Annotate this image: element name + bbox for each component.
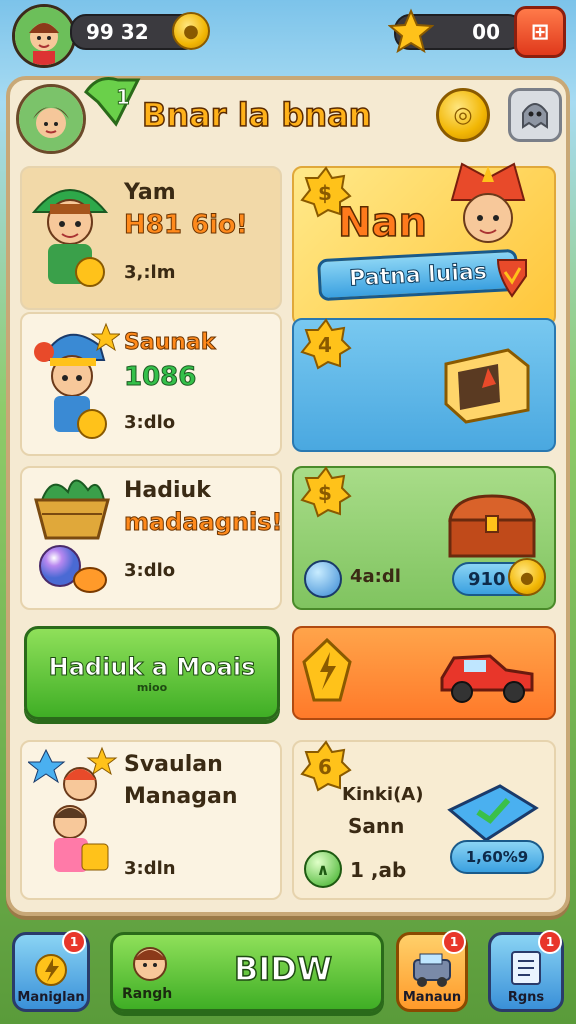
action-button-label: Hadiuk a Moais (48, 652, 256, 681)
task-1-subtitle: H81 6io! (124, 210, 249, 241)
coins-value: 99 32 (86, 20, 149, 44)
npc-face-icon (19, 87, 83, 151)
explorer-character-icon (34, 322, 120, 439)
toy-car-icon (440, 654, 534, 703)
basket-icon (34, 479, 110, 540)
nav-rgns-label: Rgns (507, 990, 545, 1005)
shop-card-green-label: 4a:dl (350, 566, 401, 587)
action-button-sub: mioo (136, 680, 168, 694)
task-2-title: Saunak (124, 330, 216, 356)
player-avatar[interactable] (12, 4, 76, 68)
blue-orb-icon (304, 560, 342, 598)
shield-badge-icon (496, 259, 527, 298)
coin-icon: ● (172, 12, 210, 50)
farmer-character-icon (31, 189, 109, 287)
svg-text:$: $ (318, 181, 332, 205)
svg-text:1: 1 (116, 85, 130, 109)
task-4-title: Svaulan (124, 752, 223, 777)
gold-coin-button[interactable]: ◎ (436, 88, 490, 142)
shop-card-beige-price-value: 1,60%9 (465, 848, 529, 866)
npc-avatar (16, 84, 86, 154)
vehicle-icon (413, 953, 451, 987)
green-orb-icon: ∧ (304, 850, 342, 888)
task-2-time: 3:dlo (124, 412, 176, 433)
ticket-icon (447, 784, 539, 842)
task-3-time: 3:dlo (124, 560, 176, 581)
task-3-subtitle: madaagnis! (124, 508, 283, 537)
menu-button[interactable]: ⊞ (514, 6, 566, 58)
svg-text:$: $ (318, 481, 332, 505)
task-2-subtitle: 1086 (123, 362, 197, 393)
crate-icon (444, 348, 530, 424)
hadiuk-action-button[interactable]: Hadiuk a Moais mioo (24, 626, 280, 720)
stars-value: 00 (472, 20, 500, 44)
ghost-icon (522, 103, 548, 129)
lightning-gem-icon (302, 638, 352, 702)
coin-icon: ● (508, 558, 546, 596)
page-title: Bnar la bnan (141, 95, 372, 135)
nav-character-icon (133, 947, 167, 981)
svg-text:4: 4 (318, 333, 332, 357)
shop-card-beige-sub: Sann (348, 814, 405, 838)
nav-manaun-label: Manaun (402, 990, 462, 1005)
star-icon (388, 8, 434, 54)
dollar-badge-icon: $ (300, 466, 352, 518)
shop-card-beige-label: Kinki(A) (342, 784, 424, 805)
promo-title: Nan (337, 199, 427, 247)
list-icon (511, 951, 541, 985)
task-1-title: Yam (124, 180, 176, 205)
nav-main-label: BIDW (233, 949, 333, 989)
svg-text:6: 6 (318, 755, 332, 779)
task-1-time: 3,:lm (124, 262, 176, 283)
settings-button[interactable] (508, 88, 562, 142)
player-face-icon (15, 7, 73, 65)
task-3-title: Hadiuk (124, 478, 211, 503)
task-4-subtitle: Managan (124, 784, 238, 809)
nav-maniglan-badge: 1 (62, 930, 86, 954)
family-characters-icon (28, 746, 118, 872)
nav-rgns-badge: 1 (538, 930, 562, 954)
shop-card-beige-price[interactable]: 1,60%9 (450, 840, 544, 874)
coin-bag-icon (35, 954, 67, 986)
promo-banner-text: Patna luias (348, 258, 488, 292)
shop-card-green-price-value: 910 (468, 568, 506, 590)
shop-card-beige-count: 1 ,ab (350, 858, 407, 882)
nav-maniglan-label: Maniglan (17, 990, 85, 1005)
treasure-chest-icon (448, 494, 536, 558)
crystal-orb-icon (39, 545, 107, 593)
knight-character-icon (450, 162, 526, 243)
grid-icon: ⊞ (530, 19, 550, 45)
nav-manaun-badge: 1 (442, 930, 466, 954)
level-badge-icon: 1 (84, 77, 141, 127)
task-4-time: 3:dln (124, 858, 176, 879)
nav-rangh-label: Rangh (122, 986, 173, 1002)
number-badge-icon: 4 (300, 318, 352, 370)
